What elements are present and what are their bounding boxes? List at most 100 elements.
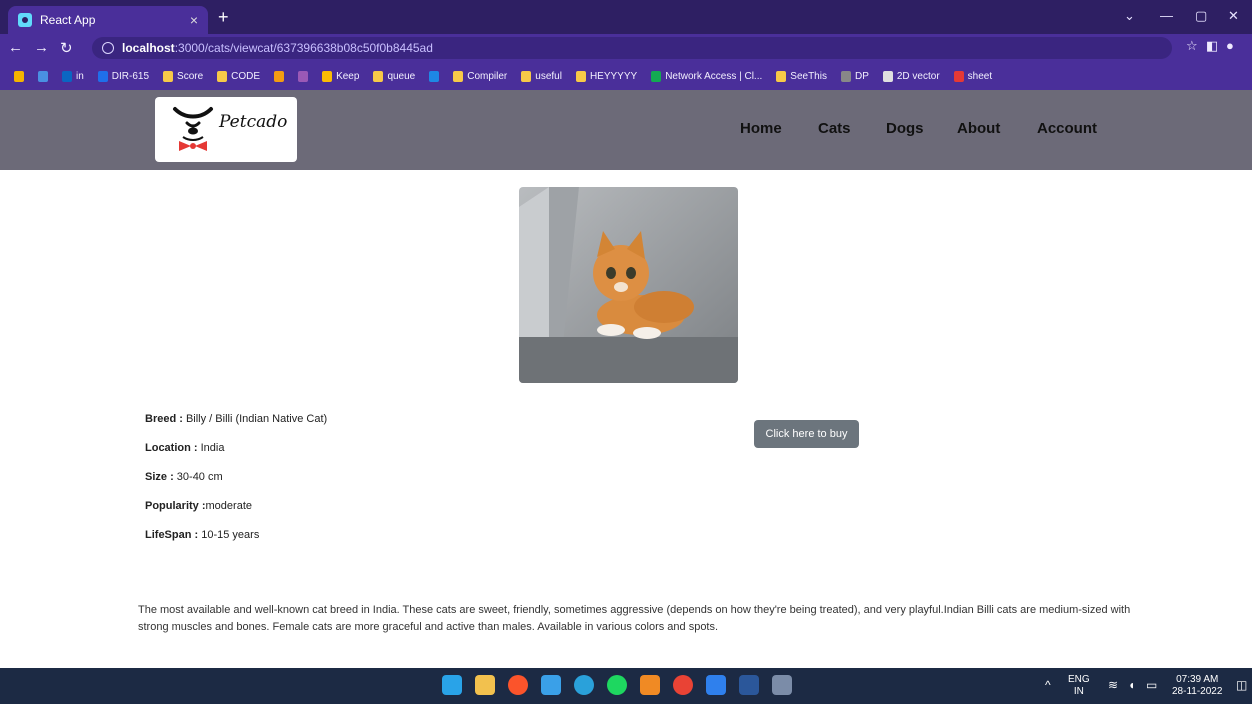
- bookmark-item[interactable]: sheet: [953, 70, 993, 82]
- url-path: :3000/cats/viewcat/637396638b08c50f0b844…: [174, 41, 433, 55]
- bookmark-item[interactable]: queue: [373, 70, 416, 82]
- bookmark-icon: [953, 70, 964, 82]
- bookmark-item[interactable]: [38, 70, 48, 82]
- chevron-up-icon[interactable]: ^: [1045, 679, 1051, 691]
- bookmark-label: Keep: [336, 70, 360, 82]
- bookmark-item[interactable]: HEYYYYY: [575, 70, 638, 82]
- bookmark-icon: [62, 70, 72, 82]
- vlc-icon[interactable]: [640, 675, 660, 695]
- bookmark-label: queue: [387, 70, 416, 82]
- wifi-icon[interactable]: ≋: [1108, 679, 1118, 691]
- nav-about[interactable]: About: [957, 120, 1000, 137]
- windows-start-icon[interactable]: [442, 675, 462, 695]
- bookmark-label: HEYYYYY: [589, 70, 638, 82]
- notepad-icon[interactable]: [541, 675, 561, 695]
- detail-row: Breed : Billy / Billi (Indian Native Cat…: [145, 413, 565, 442]
- reload-icon[interactable]: ↻: [60, 39, 73, 57]
- bookmark-item[interactable]: SeeThis: [776, 70, 827, 82]
- profile-avatar[interactable]: ●: [1226, 38, 1234, 53]
- chrome-icon[interactable]: [673, 675, 693, 695]
- spotify-icon[interactable]: [607, 675, 627, 695]
- detail-label: Popularity :: [145, 500, 206, 512]
- bookmark-item[interactable]: DIR-615: [97, 70, 149, 82]
- minimize-icon[interactable]: —: [1160, 8, 1173, 23]
- detail-label: Breed :: [145, 413, 183, 425]
- bookmark-label: Score: [177, 70, 204, 82]
- detail-label: Location :: [145, 442, 198, 454]
- detail-row: LifeSpan : 10-15 years: [145, 529, 565, 558]
- bookmark-icon: [298, 70, 309, 82]
- bookmark-item[interactable]: in: [62, 70, 84, 82]
- bookmark-icon: [274, 70, 285, 82]
- bookmark-label: DP: [854, 70, 869, 82]
- tab-title: React App: [40, 13, 96, 27]
- detail-value: moderate: [205, 500, 252, 512]
- address-bar-row: ← → ↻ localhost :3000/cats/viewcat/63739…: [0, 34, 1252, 62]
- detail-value: India: [197, 442, 225, 454]
- bookmark-item[interactable]: [429, 70, 440, 82]
- dog-face-icon: [173, 107, 213, 151]
- back-arrow-icon[interactable]: ←: [8, 39, 23, 56]
- detail-value: Billy / Billi (Indian Native Cat): [182, 413, 328, 425]
- language-top: ENG: [1068, 674, 1090, 685]
- cat-description: The most available and well-known cat br…: [138, 604, 1131, 633]
- cat-photo: [519, 187, 738, 383]
- bookmark-icon: [322, 70, 333, 82]
- bookmark-label: CODE: [231, 70, 261, 82]
- volume-icon[interactable]: ◖: [1128, 679, 1135, 691]
- maximize-icon[interactable]: ▢: [1195, 8, 1207, 24]
- close-tab-icon[interactable]: ×: [190, 12, 198, 28]
- new-tab-button[interactable]: +: [218, 6, 229, 28]
- windows-taskbar: ^ ENG IN ≋ ◖ ▭ 07:39 AM 28-11-2022 ◫: [0, 668, 1252, 704]
- bookmark-item[interactable]: [274, 70, 285, 82]
- file-explorer-icon[interactable]: [475, 675, 495, 695]
- browser-tab-bar: React App × + ⌄ — ▢ ✕: [0, 0, 1252, 34]
- chevron-down-icon[interactable]: ⌄: [1124, 8, 1135, 24]
- bookmark-icon: [429, 70, 440, 82]
- vscode-icon[interactable]: [706, 675, 726, 695]
- nav-cats[interactable]: Cats: [818, 120, 851, 137]
- telegram-icon[interactable]: [574, 675, 594, 695]
- bookmark-item[interactable]: [14, 70, 24, 82]
- bookmarks-bar: in DIR-615 Score CODE Keep queue Compiler usefu…: [0, 62, 1252, 90]
- nav-dogs[interactable]: Dogs: [886, 120, 924, 137]
- url-input[interactable]: localhost :3000/cats/viewcat/637396638b0…: [92, 37, 1172, 59]
- bookmark-item[interactable]: Score: [163, 70, 204, 82]
- url-host: localhost: [122, 41, 175, 55]
- bookmark-label: Compiler: [467, 70, 508, 82]
- bookmark-item[interactable]: [298, 70, 309, 82]
- notification-icon[interactable]: ◫: [1236, 679, 1247, 691]
- logo-text: Petcado: [219, 112, 288, 132]
- bookmark-label: Network Access | Cl...: [665, 70, 763, 82]
- forward-arrow-icon[interactable]: →: [34, 39, 49, 56]
- sidepanel-icon[interactable]: ◧: [1206, 38, 1218, 54]
- bookmark-item[interactable]: CODE: [217, 70, 261, 82]
- nav-home[interactable]: Home: [740, 120, 782, 137]
- bookmark-item[interactable]: useful: [521, 70, 562, 82]
- star-icon[interactable]: ☆: [1186, 38, 1198, 54]
- clock[interactable]: 07:39 AM 28-11-2022: [1172, 674, 1222, 698]
- site-logo[interactable]: Petcado: [155, 97, 297, 162]
- bookmark-icon: [453, 70, 464, 82]
- buy-button[interactable]: Click here to buy: [754, 420, 859, 448]
- info-icon[interactable]: [102, 42, 114, 54]
- word-icon[interactable]: [739, 675, 759, 695]
- detail-row: Popularity :moderate: [145, 500, 565, 529]
- bookmark-label: sheet: [967, 70, 993, 82]
- bookmark-icon: [776, 70, 787, 82]
- language-indicator[interactable]: ENG IN: [1068, 674, 1090, 698]
- bookmark-item[interactable]: DP: [840, 70, 869, 82]
- detail-row: Size : 30-40 cm: [145, 471, 565, 500]
- snipping-tool-icon[interactable]: [772, 675, 792, 695]
- tab-react-app[interactable]: React App ×: [8, 6, 208, 34]
- bookmark-item[interactable]: 2D vector: [882, 70, 940, 82]
- bookmark-item[interactable]: Network Access | Cl...: [651, 70, 763, 82]
- brave-icon[interactable]: [508, 675, 528, 695]
- bookmark-item[interactable]: Compiler: [453, 70, 508, 82]
- close-window-icon[interactable]: ✕: [1228, 8, 1239, 24]
- bookmark-item[interactable]: Keep: [322, 70, 360, 82]
- nav-account[interactable]: Account: [1037, 120, 1097, 137]
- site-header: Petcado Home Cats Dogs About Account: [0, 90, 1252, 170]
- clock-date: 28-11-2022: [1172, 686, 1223, 697]
- battery-icon[interactable]: ▭: [1146, 679, 1157, 691]
